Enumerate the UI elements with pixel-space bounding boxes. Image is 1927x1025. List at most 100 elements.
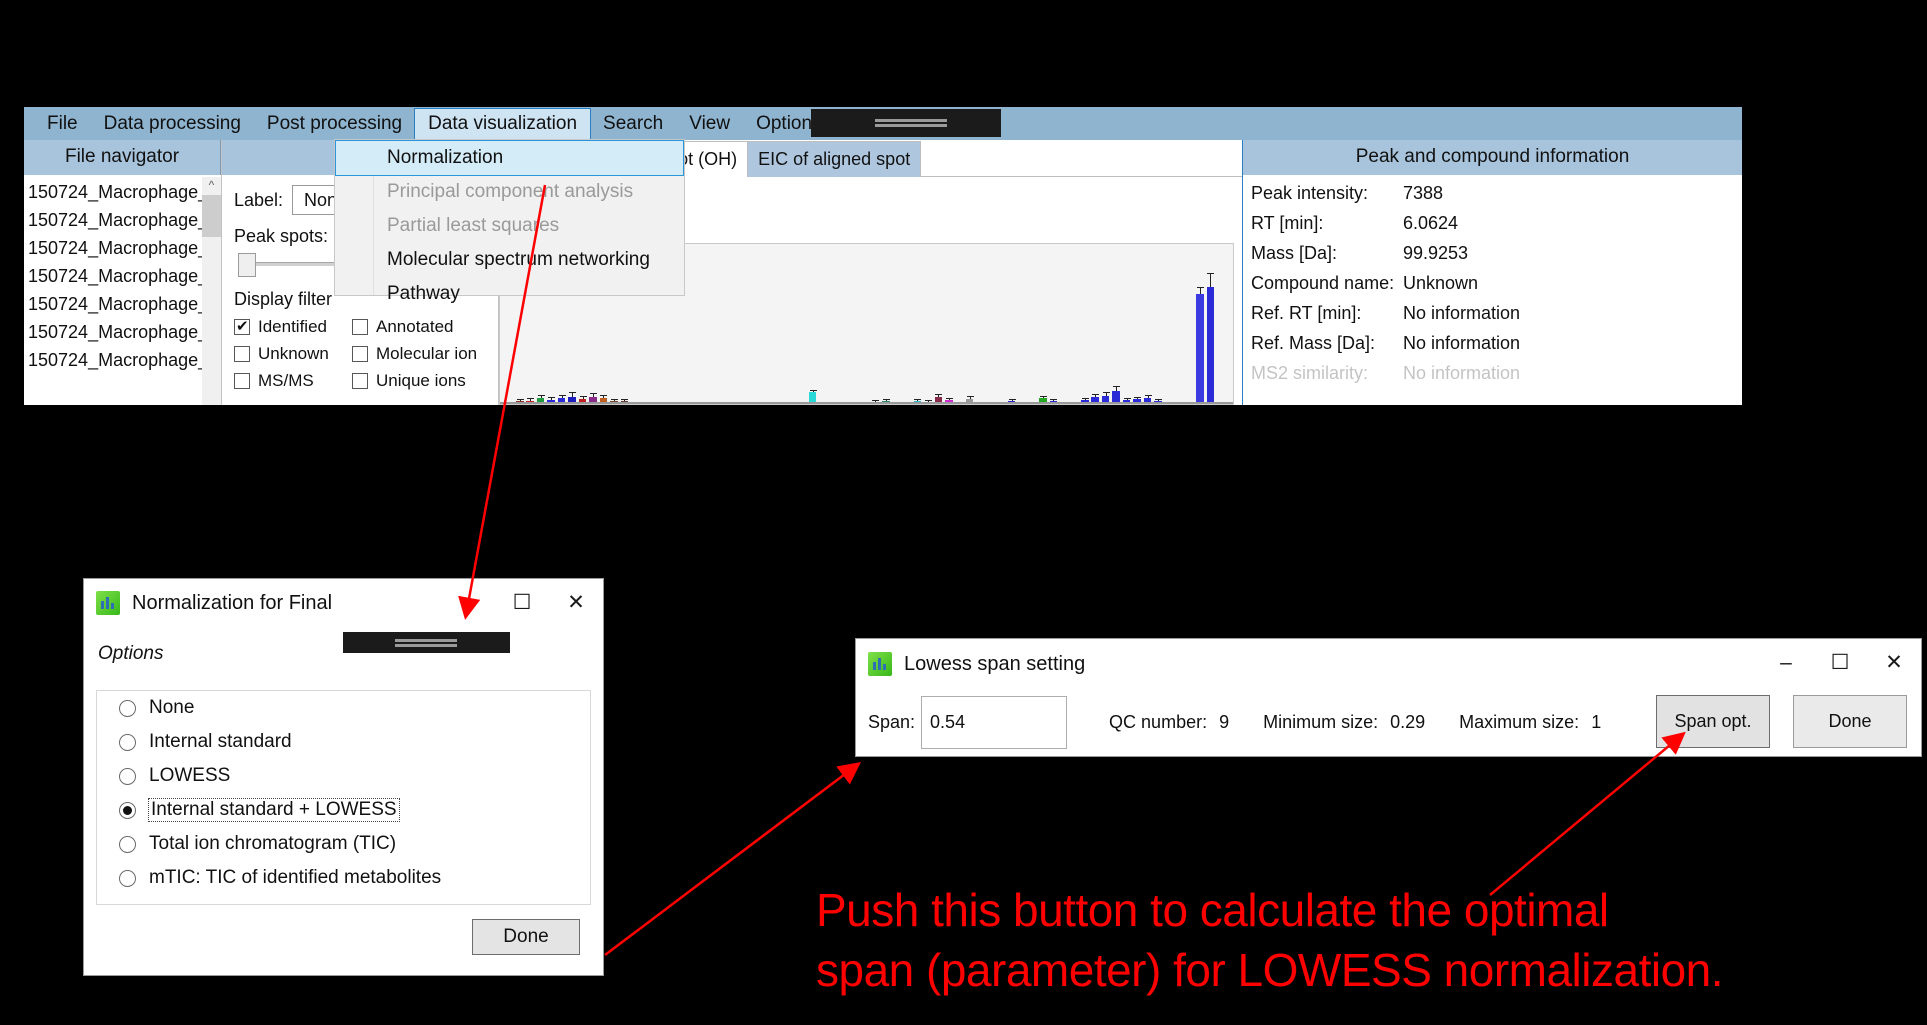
menu-file[interactable]: File (34, 109, 91, 139)
error-bar (1126, 399, 1128, 401)
radio-internal-standard-plus-lowess[interactable]: Internal standard + LOWESS (97, 793, 590, 827)
list-item[interactable]: 150724_Macrophage_A (24, 206, 221, 234)
error-bar-cap (914, 398, 922, 400)
done-button[interactable]: Done (1793, 695, 1907, 748)
menu-item-normalization[interactable]: Normalization (335, 140, 684, 176)
checkbox-box[interactable] (352, 346, 368, 362)
checkbox-annotated[interactable]: Annotated (352, 317, 482, 337)
radio-button[interactable] (119, 733, 136, 751)
error-bar (969, 396, 971, 399)
checkbox-molecular-ion[interactable]: Molecular ion (352, 344, 482, 364)
file-navigator-pane: File navigator 150724_Macrophage_A 15072… (24, 140, 222, 405)
menu-item-molecular-spectrum-networking[interactable]: Molecular spectrum networking (335, 243, 684, 277)
radio-button[interactable] (119, 801, 136, 819)
app-icon (96, 591, 120, 615)
checkbox-box[interactable] (352, 373, 368, 389)
minimize-icon[interactable]: – (1759, 639, 1813, 687)
radio-button[interactable] (119, 869, 136, 887)
error-bar (624, 400, 626, 401)
menu-search[interactable]: Search (590, 109, 676, 139)
info-row: Compound name: Unknown (1251, 273, 1742, 294)
info-key: MS2 similarity: (1251, 363, 1369, 383)
done-button[interactable]: Done (472, 919, 580, 955)
error-bar-cap (882, 399, 890, 401)
redacted-text-block (343, 632, 510, 653)
close-icon[interactable]: ✕ (1867, 639, 1921, 687)
error-bar-cap (1154, 399, 1162, 401)
error-bar (938, 394, 940, 398)
error-bar (561, 395, 563, 399)
radio-button[interactable] (119, 767, 136, 785)
minimum-size-label: Minimum size: (1263, 711, 1379, 732)
file-list-scrollbar[interactable]: ^ (202, 177, 221, 405)
checkbox-box[interactable] (352, 319, 368, 335)
info-row: Ref. Mass [Da]: No information (1251, 333, 1742, 354)
menu-data-visualization[interactable]: Data visualization (414, 107, 592, 140)
error-bar (1095, 394, 1097, 398)
file-list[interactable]: 150724_Macrophage_A 150724_Macrophage_A … (24, 175, 221, 374)
error-bar-cap (1207, 273, 1215, 275)
display-filter-checkboxes: Identified Annotated Unknown Molecular i… (234, 317, 486, 391)
error-bar-cap (590, 393, 597, 395)
radio-lowess[interactable]: LOWESS (97, 759, 590, 793)
data-visualization-dropdown[interactable]: Normalization Principal component analys… (334, 139, 685, 304)
radio-mtic[interactable]: mTIC: TIC of identified metabolites (97, 861, 590, 895)
bar[interactable] (1206, 287, 1215, 404)
list-item[interactable]: 150724_Macrophage_D (24, 346, 221, 374)
checkbox-unknown[interactable]: Unknown (234, 344, 352, 364)
scrollbar-thumb[interactable] (202, 195, 221, 237)
menu-data-processing[interactable]: Data processing (91, 109, 254, 139)
list-item[interactable]: 150724_Macrophage_A (24, 234, 221, 262)
menu-view[interactable]: View (676, 109, 743, 139)
maximize-icon[interactable]: ☐ (495, 579, 549, 627)
error-bar (572, 393, 574, 397)
radio-label: None (149, 697, 195, 718)
error-bar-cap (935, 393, 943, 395)
info-key: Compound name: (1251, 273, 1395, 293)
error-bar-cap (1123, 398, 1131, 399)
span-opt-button[interactable]: Span opt. (1656, 695, 1770, 748)
maximize-icon[interactable]: ☐ (1813, 639, 1867, 687)
info-key: RT [min]: (1251, 213, 1324, 233)
info-row: Mass [Da]: 99.9253 (1251, 243, 1742, 264)
checkbox-identified[interactable]: Identified (234, 317, 352, 337)
error-bar-cap (558, 394, 566, 396)
error-bar-cap (966, 395, 974, 397)
checkbox-box[interactable] (234, 317, 250, 335)
file-navigator-header: File navigator (24, 140, 221, 175)
menu-item-pathway[interactable]: Pathway (335, 277, 684, 311)
list-item[interactable]: 150724_Macrophage_C (24, 262, 221, 290)
info-value: No information (1403, 363, 1521, 383)
error-bar-cap (527, 398, 535, 400)
radio-button[interactable] (119, 835, 136, 853)
list-item[interactable]: 150724_Macrophage_D (24, 318, 221, 346)
menu-bar: File Data processing Post processing Dat… (24, 107, 1742, 140)
window-buttons: – ☐ ✕ (1759, 639, 1921, 687)
normalization-dialog: Normalization for Final – ☐ ✕ Options No… (83, 578, 604, 976)
span-input[interactable]: 0.54 (921, 695, 1068, 749)
close-icon[interactable]: ✕ (549, 579, 603, 627)
checkbox-msms[interactable]: MS/MS (234, 371, 352, 391)
minimize-icon[interactable]: – (441, 579, 495, 627)
qc-number-value: 9 (1219, 711, 1230, 732)
tab-eic-of-aligned-spot[interactable]: EIC of aligned spot (747, 141, 922, 177)
radio-none[interactable]: None (97, 691, 590, 725)
checkbox-box[interactable] (234, 373, 250, 389)
bar[interactable] (1196, 294, 1204, 404)
checkbox-unique-ions[interactable]: Unique ions (352, 371, 482, 391)
menu-post-processing[interactable]: Post processing (254, 109, 415, 139)
radio-internal-standard[interactable]: Internal standard (97, 725, 590, 759)
error-bar (1116, 387, 1118, 392)
chevron-up-icon[interactable]: ^ (202, 177, 221, 195)
radio-total-ion-chromatogram[interactable]: Total ion chromatogram (TIC) (97, 827, 590, 861)
radio-button[interactable] (119, 699, 136, 717)
error-bar (603, 395, 605, 398)
error-bar-cap (1050, 398, 1058, 400)
slider-thumb[interactable] (238, 253, 256, 277)
info-value: 7388 (1403, 183, 1444, 203)
list-item[interactable]: 150724_Macrophage_A (24, 178, 221, 206)
checkbox-box[interactable] (234, 346, 250, 362)
main-application-window: File Data processing Post processing Dat… (24, 107, 1742, 405)
info-row: MS2 similarity: No information (1251, 363, 1742, 384)
list-item[interactable]: 150724_Macrophage_C (24, 290, 221, 318)
